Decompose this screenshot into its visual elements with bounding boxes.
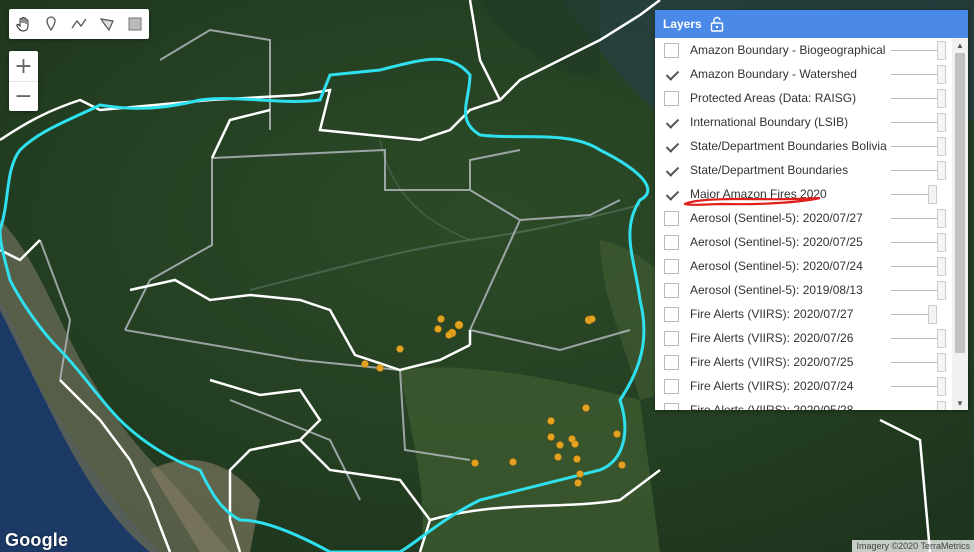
layer-label: Fire Alerts (VIIRS): 2020/05/28 [690,403,854,410]
layer-row[interactable]: International Boundary (LSIB) [655,110,952,134]
layer-checkbox[interactable] [664,163,679,178]
opacity-slider-track[interactable] [891,266,937,267]
imagery-attribution: Imagery ©2020 TerraMetrics [852,540,974,552]
layers-scrollbar[interactable]: ▲ ▼ [952,38,968,410]
opacity-slider-thumb[interactable] [937,281,946,300]
unlock-icon[interactable] [710,16,724,32]
layer-row[interactable]: Fire Alerts (VIIRS): 2020/07/25 [655,350,952,374]
opacity-slider-track[interactable] [891,362,937,363]
layer-row[interactable]: Fire Alerts (VIIRS): 2020/07/24 [655,374,952,398]
layer-label: Fire Alerts (VIIRS): 2020/07/25 [690,355,854,369]
layer-label: Aerosol (Sentinel-5): 2020/07/27 [690,211,863,225]
layer-checkbox[interactable] [664,115,679,130]
layer-label: Fire Alerts (VIIRS): 2020/07/27 [690,307,854,321]
opacity-slider-track[interactable] [891,386,937,387]
opacity-slider-track[interactable] [891,290,937,291]
opacity-slider-track[interactable] [891,74,937,75]
layer-label: International Boundary (LSIB) [690,115,849,129]
opacity-slider-thumb[interactable] [937,113,946,132]
opacity-slider-thumb[interactable] [937,161,946,180]
layer-checkbox[interactable] [664,210,679,226]
layer-checkbox[interactable] [664,378,679,394]
opacity-slider-thumb[interactable] [937,209,946,228]
layer-checkbox[interactable] [664,187,679,202]
layer-row[interactable]: Aerosol (Sentinel-5): 2020/07/24 [655,254,952,278]
layer-row[interactable]: Fire Alerts (VIIRS): 2020/07/26 [655,326,952,350]
opacity-slider-thumb[interactable] [937,41,946,60]
layer-row[interactable]: Amazon Boundary - Watershed [655,62,952,86]
layer-label: Amazon Boundary - Watershed [690,67,857,81]
draw-rectangle-icon[interactable] [121,9,149,39]
draw-polygon-icon[interactable] [93,9,121,39]
opacity-slider-thumb[interactable] [937,65,946,84]
opacity-slider-thumb[interactable] [927,185,937,204]
layer-row[interactable]: State/Department Boundaries [655,158,952,182]
opacity-slider-thumb[interactable] [937,329,946,348]
layer-row[interactable]: Amazon Boundary - Biogeographical [655,38,952,62]
scroll-up-arrow-icon[interactable]: ▲ [952,38,968,52]
layer-checkbox[interactable] [664,354,679,370]
layer-label: State/Department Boundaries [690,163,849,177]
opacity-slider-track[interactable] [891,242,937,243]
opacity-slider-thumb[interactable] [937,377,946,396]
opacity-slider-thumb[interactable] [937,401,946,410]
pan-hand-icon[interactable] [9,9,37,39]
layer-row[interactable]: Aerosol (Sentinel-5): 2019/08/13 [655,278,952,302]
red-underline-annotation [683,196,821,206]
layer-checkbox[interactable] [664,282,679,298]
layer-checkbox[interactable] [664,258,679,274]
opacity-slider-track[interactable] [891,122,937,123]
layer-checkbox[interactable] [664,42,679,58]
opacity-slider-track[interactable] [891,146,937,147]
layer-checkbox[interactable] [664,330,679,346]
layer-checkbox[interactable] [664,306,679,322]
layer-row[interactable]: State/Department Boundaries Bolivia [655,134,952,158]
opacity-slider-track[interactable] [891,98,937,99]
zoom-control: + − [9,51,38,111]
marker-point-icon[interactable] [37,9,65,39]
opacity-slider-track[interactable] [891,170,937,171]
layer-label: Fire Alerts (VIIRS): 2020/07/26 [690,331,854,345]
opacity-slider-thumb[interactable] [937,353,946,372]
layer-row[interactable]: Fire Alerts (VIIRS): 2020/07/27 [655,302,952,326]
layer-row[interactable]: Aerosol (Sentinel-5): 2020/07/25 [655,230,952,254]
layer-checkbox[interactable] [664,67,679,82]
opacity-slider-thumb[interactable] [937,257,946,276]
layers-header: Layers [655,10,968,38]
layer-label: State/Department Boundaries Bolivia [690,139,887,153]
layers-title: Layers [663,17,702,31]
opacity-slider-track[interactable] [891,218,937,219]
layer-label: Protected Areas (Data: RAISG) [690,91,857,105]
layer-checkbox[interactable] [664,234,679,250]
opacity-slider-thumb[interactable] [937,137,946,156]
layer-row[interactable]: Fire Alerts (VIIRS): 2020/05/28 [655,398,952,410]
layer-checkbox[interactable] [664,402,679,410]
drawing-toolbar [9,9,149,39]
layer-row[interactable]: Protected Areas (Data: RAISG) [655,86,952,110]
scroll-thumb[interactable] [955,53,965,353]
opacity-slider-track[interactable] [891,50,937,51]
google-logo: Google [5,530,69,550]
layer-checkbox[interactable] [664,139,679,154]
layer-label: Aerosol (Sentinel-5): 2020/07/25 [690,235,863,249]
scroll-down-arrow-icon[interactable]: ▼ [952,396,968,410]
layer-label: Amazon Boundary - Biogeographical [690,43,886,57]
layer-label: Fire Alerts (VIIRS): 2020/07/24 [690,379,854,393]
opacity-slider-thumb[interactable] [937,89,946,108]
zoom-in-button[interactable]: + [9,51,38,81]
layer-list: Amazon Boundary - Biogeographical Amazon … [655,38,952,410]
layer-checkbox[interactable] [664,90,679,106]
opacity-slider-thumb[interactable] [927,305,937,324]
opacity-slider-track[interactable] [891,338,937,339]
layers-panel: Layers Amazon Boundary - Biogeographical… [655,10,968,410]
layer-label: Aerosol (Sentinel-5): 2020/07/24 [690,259,863,273]
zoom-out-button[interactable]: − [9,81,38,111]
draw-line-icon[interactable] [65,9,93,39]
layer-label: Aerosol (Sentinel-5): 2019/08/13 [690,283,863,297]
opacity-slider-thumb[interactable] [937,233,946,252]
